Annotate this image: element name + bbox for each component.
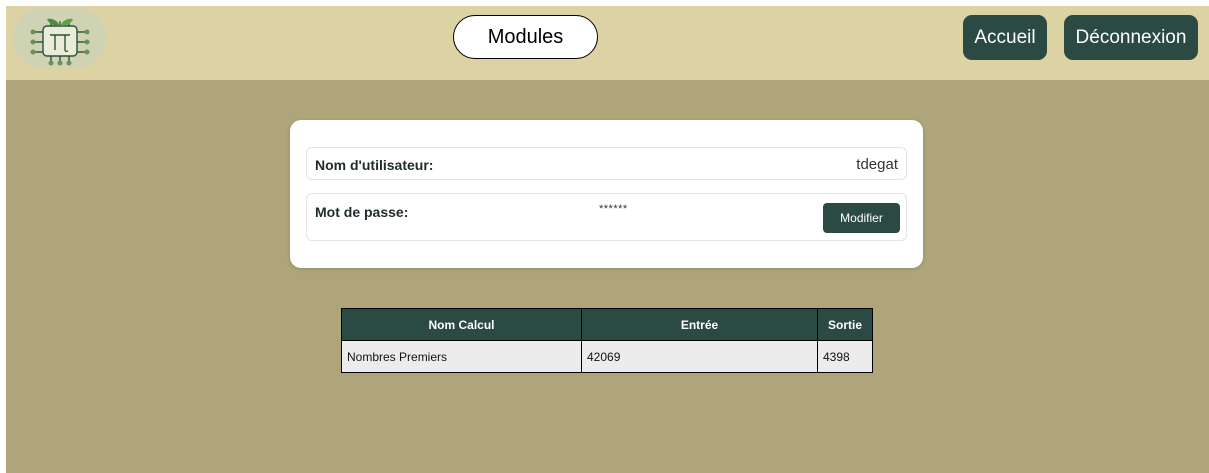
modify-password-button[interactable]: Modifier	[823, 203, 900, 233]
username-label: Nom d'utilisateur:	[315, 157, 434, 173]
cell-nom-calcul: Nombres Premiers	[341, 340, 582, 373]
top-bar: Modules Accueil Déconnexion	[6, 6, 1209, 80]
username-row: Nom d'utilisateur: tdegat	[306, 147, 907, 180]
accueil-button[interactable]: Accueil	[963, 15, 1047, 60]
pi-seedling-logo-icon[interactable]	[13, 8, 106, 68]
password-label: Mot de passe:	[315, 204, 409, 220]
cell-entree: 42069	[581, 340, 818, 373]
username-value: tdegat	[856, 156, 898, 173]
column-header-entree: Entrée	[581, 308, 818, 341]
password-value: ******	[599, 203, 628, 215]
table-header-row: Nom Calcul Entrée Sortie	[341, 308, 873, 341]
app-frame: Modules Accueil Déconnexion Nom d'utilis…	[6, 6, 1209, 473]
cell-sortie: 4398	[817, 340, 873, 373]
password-row: Mot de passe: ****** Modifier	[306, 193, 907, 241]
profile-card: Nom d'utilisateur: tdegat Mot de passe: …	[290, 120, 923, 268]
column-header-sortie: Sortie	[817, 308, 873, 341]
calculations-table: Nom Calcul Entrée Sortie Nombres Premier…	[341, 308, 873, 373]
table-row[interactable]: Nombres Premiers 42069 4398	[341, 340, 873, 373]
modules-button[interactable]: Modules	[453, 15, 598, 59]
deconnexion-button[interactable]: Déconnexion	[1064, 15, 1198, 60]
column-header-nom-calcul: Nom Calcul	[341, 308, 582, 341]
